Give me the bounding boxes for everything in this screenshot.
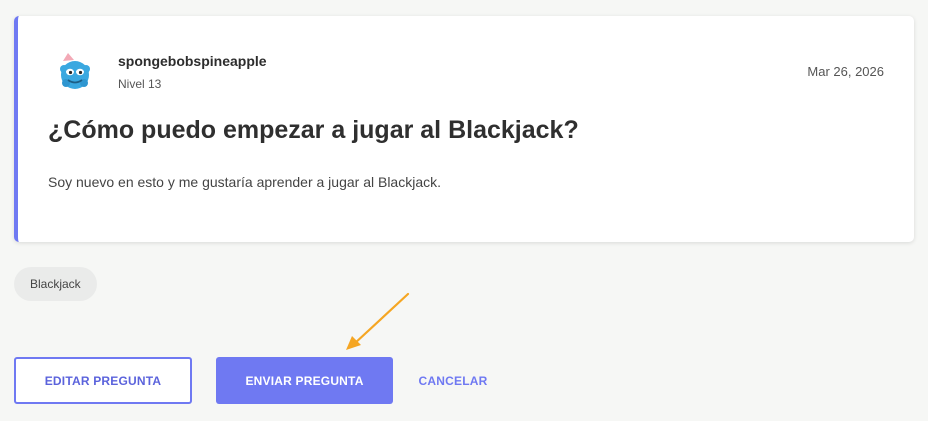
user-avatar-icon[interactable]: [54, 50, 96, 92]
post-author-name[interactable]: spongebobspineapple: [118, 53, 267, 69]
question-card: spongebobspineapple Nivel 13 Mar 26, 202…: [14, 16, 914, 242]
post-date: Mar 26, 2026: [807, 64, 884, 79]
post-author-level: Nivel 13: [118, 77, 162, 91]
question-body: Soy nuevo en esto y me gustaría aprender…: [48, 174, 441, 190]
send-question-button[interactable]: ENVIAR PREGUNTA: [216, 357, 393, 404]
annotation-arrow-icon: [346, 292, 410, 350]
cancel-button[interactable]: CANCELAR: [405, 357, 501, 404]
tag-blackjack[interactable]: Blackjack: [14, 267, 97, 301]
edit-question-button[interactable]: EDITAR PREGUNTA: [14, 357, 192, 404]
question-title: ¿Cómo puedo empezar a jugar al Blackjack…: [48, 116, 579, 144]
